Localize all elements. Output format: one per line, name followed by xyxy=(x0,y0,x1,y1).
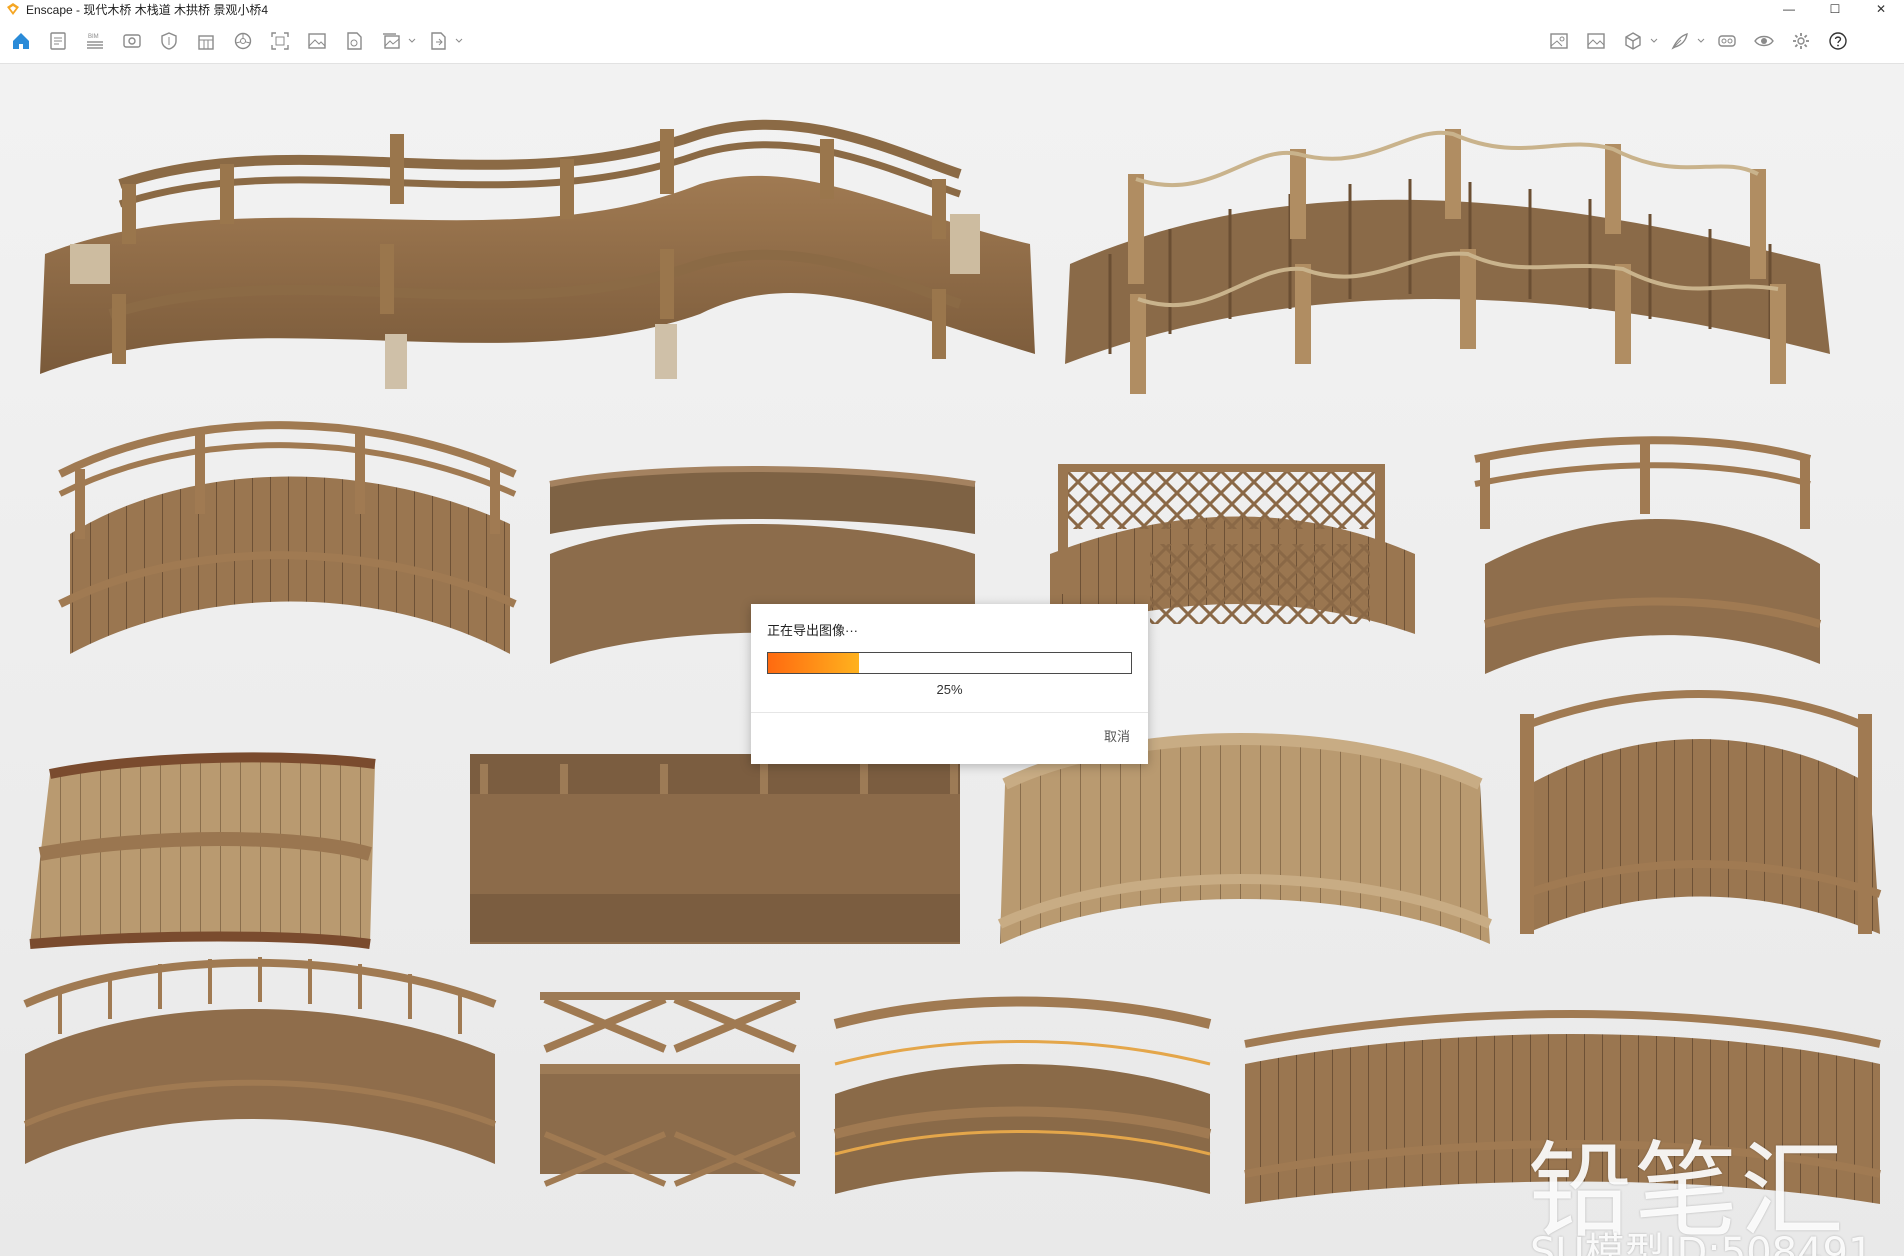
toolbar-left-group: BIM xyxy=(6,26,470,56)
shield-icon xyxy=(161,32,177,50)
cross-rail-bridge-model xyxy=(540,992,800,1187)
chevron-down-icon xyxy=(455,38,463,43)
view-button[interactable] xyxy=(117,26,147,56)
title-bar: Enscape - 现代木桥 木栈道 木拱桥 景观小桥4 — ☐ ✕ xyxy=(0,0,1904,18)
create-panorama-button[interactable] xyxy=(1544,26,1574,56)
window-controls: — ☐ ✕ xyxy=(1766,0,1904,18)
eye-icon xyxy=(1754,35,1774,47)
progress-bar xyxy=(767,652,1132,674)
gallery-button[interactable] xyxy=(1581,26,1611,56)
materials-button[interactable] xyxy=(154,26,184,56)
home-button[interactable] xyxy=(6,26,36,56)
toolbar-right-group xyxy=(1544,26,1860,56)
chevron-down-icon xyxy=(408,38,416,43)
visibility-button[interactable] xyxy=(1749,26,1779,56)
maximize-button[interactable]: ☐ xyxy=(1812,0,1858,18)
cube-button[interactable] xyxy=(1618,26,1648,56)
batch-render-menu-toggle[interactable] xyxy=(407,26,417,56)
plank-wall-bridge-model xyxy=(29,752,376,949)
panorama-icon xyxy=(1550,33,1568,49)
export-menu-toggle[interactable] xyxy=(454,26,464,56)
lit-rail-bridge-model xyxy=(833,996,1212,1194)
spindle-rail-bridge-model xyxy=(23,957,497,1164)
cube-icon xyxy=(1625,32,1641,50)
bench-rail-bridge-model xyxy=(1474,436,1822,674)
feather-button[interactable] xyxy=(1665,26,1695,56)
chevron-down-icon xyxy=(1697,38,1705,43)
maximize-icon: ☐ xyxy=(1829,2,1841,16)
enscape-window: Enscape - 现代木桥 木栈道 木拱桥 景观小桥4 — ☐ ✕ BIM 铅… xyxy=(0,0,1904,1256)
progress-percent: 25% xyxy=(936,682,963,697)
close-button[interactable]: ✕ xyxy=(1858,0,1904,18)
log-rope-bridge-model xyxy=(1065,129,1830,394)
settings-doc-button[interactable] xyxy=(43,26,73,56)
arched-rail-bridge-model xyxy=(58,421,517,654)
capture-icon xyxy=(271,32,289,50)
cube-menu-toggle[interactable] xyxy=(1649,26,1659,56)
sun-button[interactable] xyxy=(228,26,258,56)
render-viewport[interactable]: 铅笔汇 SU模型ID:508491 正在导出图像··· 25% 取消 xyxy=(0,64,1904,1256)
dialog-divider xyxy=(751,712,1148,713)
building-icon xyxy=(198,35,214,50)
toolbar: BIM xyxy=(0,18,1904,78)
wavy-bridge-model xyxy=(40,119,1035,389)
settings-button[interactable] xyxy=(1786,26,1816,56)
gallery-icon xyxy=(1587,33,1605,49)
bim-label: BIM xyxy=(88,34,99,40)
film-doc-icon xyxy=(347,32,362,50)
screenshot-button[interactable] xyxy=(265,26,295,56)
video-button[interactable] xyxy=(339,26,369,56)
aperture-icon xyxy=(234,32,252,50)
chevron-down-icon xyxy=(1650,38,1658,43)
minimize-button[interactable]: — xyxy=(1766,0,1812,18)
light-arched-bridge-model xyxy=(997,733,1492,944)
watermark-model-id: SU模型ID:508491 xyxy=(1530,1230,1874,1256)
flat-deck-bridge-model xyxy=(470,754,960,944)
vr-icon xyxy=(1718,35,1736,47)
cancel-button[interactable]: 取消 xyxy=(1104,726,1130,745)
help-icon xyxy=(1829,32,1847,50)
minimize-icon: — xyxy=(1783,2,1795,16)
eye-icon xyxy=(123,34,141,48)
home-icon xyxy=(13,33,29,49)
close-icon: ✕ xyxy=(1875,2,1887,16)
feather-menu-toggle[interactable] xyxy=(1696,26,1706,56)
progress-fill xyxy=(768,653,859,673)
batch-image-icon xyxy=(383,33,400,49)
image-icon xyxy=(308,33,326,49)
image-button[interactable] xyxy=(302,26,332,56)
window-title: Enscape - 现代木桥 木栈道 木拱桥 景观小桥4 xyxy=(26,2,269,17)
gear-icon xyxy=(1793,33,1809,49)
vr-button[interactable] xyxy=(1712,26,1742,56)
bim-icon: BIM xyxy=(87,34,103,49)
document-icon xyxy=(50,32,66,50)
bim-button[interactable]: BIM xyxy=(80,26,110,56)
export-progress-dialog: 正在导出图像··· 25% 取消 xyxy=(751,604,1148,764)
asset-library-button[interactable] xyxy=(191,26,221,56)
help-button[interactable] xyxy=(1823,26,1853,56)
export-button[interactable] xyxy=(423,26,453,56)
feather-icon xyxy=(1671,32,1688,50)
enscape-logo-icon xyxy=(7,3,19,15)
cradle-bridge-model xyxy=(1520,690,1882,934)
dialog-title: 正在导出图像··· xyxy=(767,623,858,638)
batch-render-button[interactable] xyxy=(376,26,406,56)
export-doc-icon xyxy=(431,32,446,50)
